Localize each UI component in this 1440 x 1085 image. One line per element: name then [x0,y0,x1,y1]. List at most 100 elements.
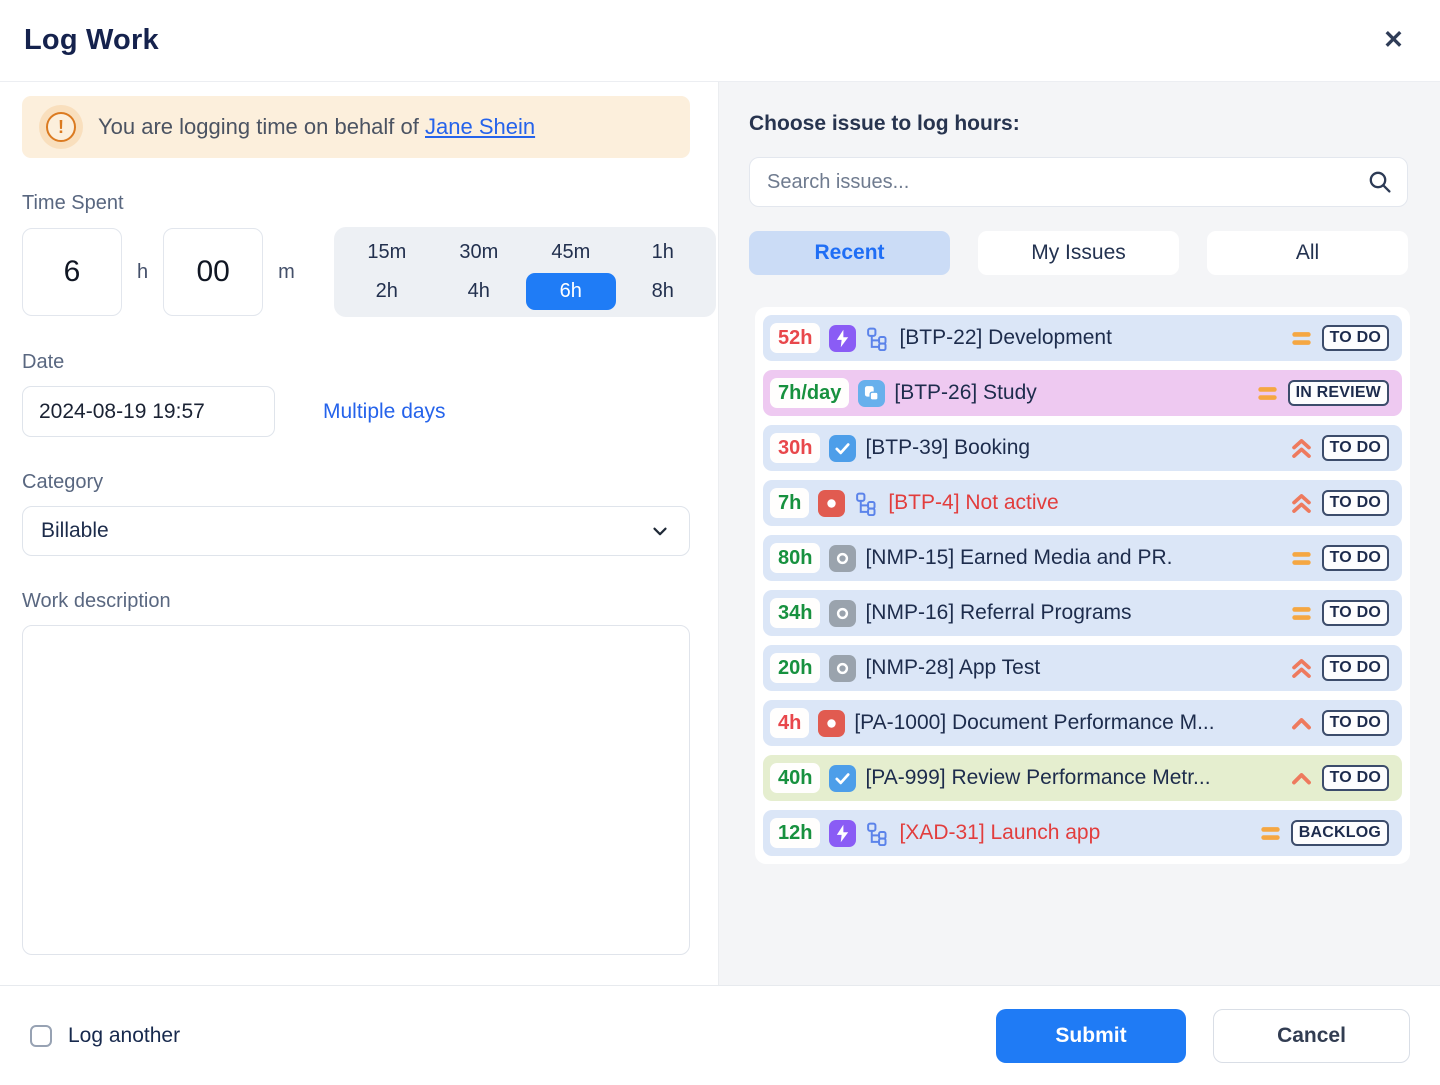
status-badge: IN REVIEW [1288,380,1389,406]
issue-row[interactable]: 52h [BTP-22] Development TO DO [763,315,1402,361]
bug-icon [818,490,845,517]
hours-input[interactable] [22,228,122,316]
hierarchy-icon [865,326,890,351]
banner-message: You are logging time on behalf of [98,114,419,139]
category-value: Billable [41,519,109,543]
category-label: Category [22,471,690,494]
time-spent-row: h m 15m30m45m1h2h4h6h8h [22,227,690,317]
issue-title: [XAD-31] Launch app [899,821,1249,845]
priority-medium-icon [1290,547,1313,570]
cancel-button[interactable]: Cancel [1213,1009,1410,1063]
issue-title: [NMP-28] App Test [865,656,1280,680]
issue-row[interactable]: 7h/day[BTP-26] StudyIN REVIEW [763,370,1402,416]
category-select[interactable]: Billable [22,506,690,556]
warning-icon: ! [46,112,76,142]
issue-row[interactable]: 20h [NMP-28] App Test TO DO [763,645,1402,691]
log-another-checkbox[interactable] [30,1025,52,1047]
preset-30m[interactable]: 30m [434,234,524,271]
priority-medium-icon [1256,382,1279,405]
issue-title: [BTP-39] Booking [865,436,1280,460]
search-input[interactable] [749,157,1408,207]
chevron-down-icon [649,520,671,542]
priority-highest-icon [1290,437,1313,460]
hours-badge: 52h [770,323,820,353]
search-icon [1366,168,1394,196]
hours-badge: 30h [770,433,820,463]
status-badge: TO DO [1322,600,1389,626]
check-icon [829,765,856,792]
ring-icon [829,655,856,682]
hours-badge: 4h [770,708,809,738]
date-label: Date [22,351,690,374]
status-badge: BACKLOG [1291,820,1389,846]
preset-6h[interactable]: 6h [526,273,616,310]
time-presets: 15m30m45m1h 2h4h6h8h [334,227,716,317]
preset-45m[interactable]: 45m [526,234,616,271]
status-badge: TO DO [1322,765,1389,791]
priority-high-icon [1290,767,1313,790]
status-badge: TO DO [1322,490,1389,516]
hours-badge: 7h/day [770,378,849,408]
hours-badge: 80h [770,543,820,573]
issue-title: [NMP-16] Referral Programs [865,601,1280,625]
banner-text: You are logging time on behalf of Jane S… [98,114,535,140]
submit-button[interactable]: Submit [996,1009,1186,1063]
priority-highest-icon [1290,657,1313,680]
footer-buttons: Submit Cancel [996,1009,1410,1063]
on-behalf-banner: ! You are logging time on behalf of Jane… [22,96,690,158]
issue-title: [BTP-22] Development [899,326,1280,350]
time-spent-label: Time Spent [22,192,690,215]
preset-1h[interactable]: 1h [618,234,708,271]
issue-filter-tabs: Recent My Issues All [749,231,1408,275]
priority-medium-icon [1290,327,1313,350]
issue-row[interactable]: 30h[BTP-39] BookingTO DO [763,425,1402,471]
ring-icon [829,600,856,627]
lightning-icon [829,820,856,847]
date-row: Multiple days [22,386,690,437]
preset-4h[interactable]: 4h [434,273,524,310]
bug-icon [818,710,845,737]
preset-8h[interactable]: 8h [618,273,708,310]
ring-icon [829,545,856,572]
issue-picker-panel: Choose issue to log hours: RecentMy Issu… [718,82,1440,985]
tab-all[interactable]: All [1207,231,1408,275]
tab-my-issues[interactable]: My Issues [978,231,1179,275]
priority-highest-icon [1290,492,1313,515]
issue-title: [PA-1000] Document Performance M... [854,711,1280,735]
priority-high-icon [1290,712,1313,735]
minutes-input[interactable] [163,228,263,316]
status-badge: TO DO [1322,325,1389,351]
hours-badge: 34h [770,598,820,628]
multiple-days-link[interactable]: Multiple days [323,400,446,424]
issue-row[interactable]: 12h[XAD-31] Launch appBACKLOG [763,810,1402,856]
issue-title: [PA-999] Review Performance Metr... [865,766,1280,790]
check-icon [829,435,856,462]
hours-unit-label: h [137,261,148,284]
pages-icon [858,380,885,407]
work-description-input[interactable] [22,625,690,955]
lightning-icon [829,325,856,352]
close-icon[interactable]: ✕ [1377,22,1410,59]
issue-title: [BTP-4] Not active [888,491,1280,515]
issue-row[interactable]: 7h [BTP-4] Not active TO DO [763,480,1402,526]
issue-row[interactable]: 4h[PA-1000] Document Performance M...TO … [763,700,1402,746]
behalf-user-link[interactable]: Jane Shein [425,114,535,139]
issue-search [749,157,1408,207]
date-input[interactable] [22,386,275,437]
log-work-dialog: Log Work ✕ ! You are logging time on beh… [0,0,1440,1085]
hours-badge: 40h [770,763,820,793]
preset-2h[interactable]: 2h [342,273,432,310]
dialog-header: Log Work ✕ [0,0,1440,82]
issue-row[interactable]: 80h[NMP-15] Earned Media and PR.TO DO [763,535,1402,581]
tab-recent[interactable]: Recent [749,231,950,275]
work-description-label: Work description [22,590,690,613]
status-badge: TO DO [1322,545,1389,571]
log-another-wrap: Log another [30,1024,180,1048]
issue-row[interactable]: 34h [NMP-16] Referral Programs TO DO [763,590,1402,636]
hours-badge: 20h [770,653,820,683]
preset-15m[interactable]: 15m [342,234,432,271]
status-badge: TO DO [1322,655,1389,681]
dialog-body: ! You are logging time on behalf of Jane… [0,82,1440,985]
issue-row[interactable]: 40h [PA-999] Review Performance Metr... TO… [763,755,1402,801]
hours-badge: 7h [770,488,809,518]
